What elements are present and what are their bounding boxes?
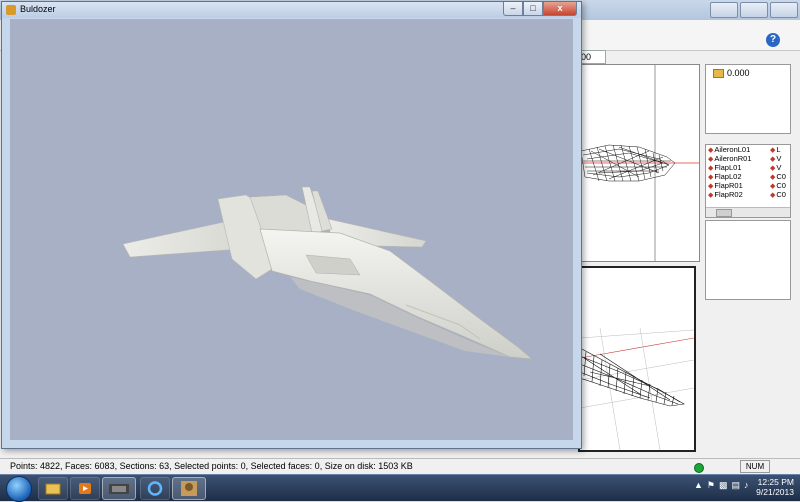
list-horizontal-scrollbar[interactable] [706,207,790,217]
close-button[interactable]: x [543,2,577,16]
selection-icon: ◆ [708,174,714,181]
list-item-label-2: V [776,163,782,172]
minimize-button[interactable]: – [503,2,523,16]
list-item-label: AileronR01 [714,154,752,163]
list-item-label: FlapR01 [714,181,743,190]
selection-icon: ◆ [708,156,714,163]
editor-maximize-button[interactable] [740,2,768,18]
3d-viewport[interactable] [10,19,573,440]
list-item-label: FlapR02 [714,190,743,199]
selection-icon: ◆ [770,174,776,181]
window-title: Buldozer [20,4,56,14]
list-item-label: FlapL01 [714,163,742,172]
taskbar-buldozer-button[interactable] [102,477,136,500]
taskbar-browser-button[interactable] [140,477,170,500]
viewport-perspective[interactable] [578,266,696,452]
clock-date: 9/21/2013 [756,487,794,497]
selection-icon: ◆ [770,165,776,172]
buldozer-window[interactable]: Buldozer – □ x [1,1,582,449]
system-tray: ▲ ⚑ ▩ ▤ ♪ [694,480,749,491]
viewport-top-view[interactable] [578,64,700,262]
object-builder-icon [181,481,197,496]
network-icon[interactable]: ▤ [732,480,741,491]
help-icon[interactable]: ? [766,33,780,47]
status-indicator-light [694,463,704,473]
buldozer-window-controls: – □ x [503,2,577,16]
selection-icon: ◆ [770,183,776,190]
buldozer-titlebar[interactable]: Buldozer – □ x [2,2,581,18]
wireframe-top-view [579,65,699,261]
status-bar: Points: 4822, Faces: 6083, Sections: 63,… [0,458,800,475]
internet-explorer-icon [147,481,163,496]
wireframe-perspective-view [579,327,695,451]
list-item[interactable]: ◆FlapL01 ◆V [706,163,790,172]
selection-list[interactable]: ◆AileronL01 ◆L ◆AileronR01 ◆V ◆FlapL01 ◆… [705,144,791,218]
scrollbar-thumb[interactable] [716,209,732,217]
selection-icon: ◆ [770,192,776,199]
display-icon[interactable]: ▩ [719,480,728,491]
num-lock-indicator: NUM [740,460,770,473]
list-item-label: AileronL01 [714,145,751,154]
editor-close-button[interactable] [770,2,798,18]
list-item-label: FlapL02 [714,172,742,181]
list-item-label-2: L [776,145,781,154]
buldozer-app-icon [6,5,16,15]
play-icon [79,483,91,494]
flag-icon[interactable]: ⚑ [707,480,715,491]
selection-icon: ◆ [708,147,714,154]
list-item[interactable]: ◆FlapL02 ◆C0 [706,172,790,181]
info-panel [705,220,791,300]
clock-time: 12:25 PM [757,477,794,487]
editor-window-controls [710,2,798,18]
list-item[interactable]: ◆AileronL01 ◆L [706,145,790,154]
list-item-label-2: C0 [776,181,786,190]
selection-icon: ◆ [770,156,776,163]
list-item[interactable]: ◆FlapR02 ◆C0 [706,190,790,199]
buldozer-icon [109,484,129,494]
taskbar-media-player-button[interactable] [70,477,100,500]
selection-icon: ◆ [770,147,776,154]
property-value-text: 0.000 [727,68,750,78]
list-item-label-2: V [776,154,782,163]
folder-icon [45,483,61,495]
editor-minimize-button[interactable] [710,2,738,18]
list-item-label-2: C0 [776,172,786,181]
selection-icon: ◆ [708,192,714,199]
volume-icon[interactable]: ♪ [744,480,749,491]
jet-aircraft-model [122,186,534,360]
selection-icon: ◆ [708,183,714,190]
properties-panel: 0.000 [705,64,791,134]
maximize-button[interactable]: □ [523,2,543,16]
property-value: 0.000 [713,68,750,78]
taskbar-explorer-button[interactable] [38,477,68,500]
status-text: Points: 4822, Faces: 6083, Sections: 63,… [10,461,413,471]
selection-icon: ◆ [708,165,714,172]
start-button[interactable] [6,476,32,502]
taskbar: ▲ ⚑ ▩ ▤ ♪ 12:25 PM 9/21/2013 [0,474,800,502]
list-item[interactable]: ◆FlapR01 ◆C0 [706,181,790,190]
folder-icon [713,68,724,78]
taskbar-object-builder-button[interactable] [172,477,206,500]
show-hidden-icons-icon[interactable]: ▲ [694,480,703,491]
list-item[interactable]: ◆AileronR01 ◆V [706,154,790,163]
list-item-label-2: C0 [776,190,786,199]
editor-value-field[interactable]: 00 [578,50,606,64]
clock[interactable]: 12:25 PM 9/21/2013 [750,477,794,497]
